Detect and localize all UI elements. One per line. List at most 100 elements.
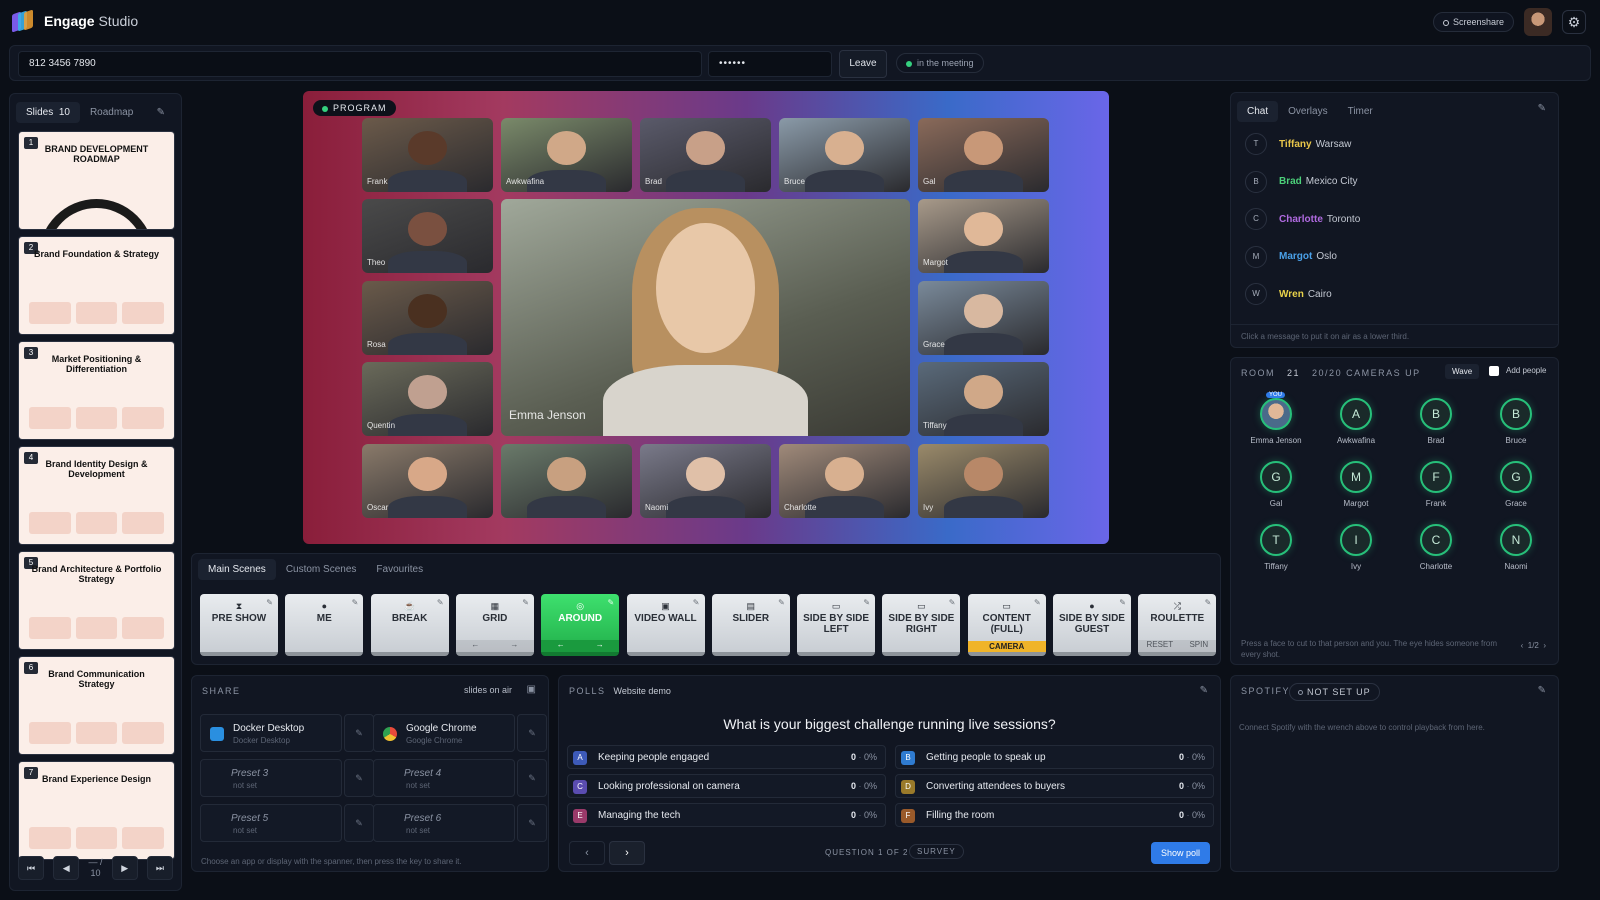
pencil-icon[interactable]: ✎ bbox=[949, 598, 956, 607]
scene-button-around[interactable]: ◎ AROUND ✎ ← → bbox=[541, 594, 620, 656]
room-person[interactable]: I Ivy bbox=[1321, 524, 1391, 571]
scene-button-break[interactable]: ☕ BREAK ✎ bbox=[370, 594, 449, 656]
tab-custom-scenes[interactable]: Custom Scenes bbox=[276, 559, 367, 580]
last-slide-icon[interactable]: ⏭ bbox=[146, 856, 173, 880]
scene-button-side-by-side-right[interactable]: ▭ SIDE BY SIDE RIGHT ✎ bbox=[882, 594, 961, 656]
next-slide-icon[interactable]: ▶ bbox=[111, 856, 138, 880]
pencil-icon[interactable]: ✎ bbox=[1538, 103, 1546, 114]
share-source-card[interactable]: Preset 3 not set bbox=[200, 759, 342, 797]
next-question-icon[interactable]: › bbox=[609, 841, 645, 865]
room-person[interactable]: G Gal bbox=[1241, 461, 1311, 508]
room-person[interactable]: M Margot bbox=[1321, 461, 1391, 508]
tab-main-scenes[interactable]: Main Scenes bbox=[198, 558, 276, 580]
pencil-icon[interactable]: ✎ bbox=[778, 598, 785, 607]
prev-slide-icon[interactable]: ◀ bbox=[53, 856, 80, 880]
slide-thumbnail[interactable]: 6 Brand Communication Strategy bbox=[18, 656, 175, 755]
tab-favourites[interactable]: Favourites bbox=[366, 559, 433, 580]
scene-button-slider[interactable]: ▤ SLIDER ✎ bbox=[711, 594, 790, 656]
pencil-icon[interactable]: ✎ bbox=[266, 598, 273, 607]
scene-button-grid[interactable]: ▦ GRID ✎ ← → bbox=[455, 594, 534, 656]
next-page-icon[interactable]: › bbox=[1543, 641, 1546, 650]
scene-control-0[interactable]: ← bbox=[471, 640, 479, 652]
video-tile[interactable]: Margot bbox=[918, 199, 1049, 273]
leave-button[interactable]: Leave bbox=[839, 50, 887, 78]
scene-button-roulette[interactable]: ⤮ ROULETTE ✎ RESET SPIN bbox=[1138, 594, 1217, 656]
scene-button-video-wall[interactable]: ▣ VIDEO WALL ✎ bbox=[626, 594, 705, 656]
scene-control-1[interactable]: SPIN bbox=[1189, 640, 1208, 652]
first-slide-icon[interactable]: ⏮ bbox=[18, 856, 44, 880]
screen-icon[interactable]: ▣ bbox=[527, 684, 536, 695]
video-tile[interactable]: Frank bbox=[362, 118, 493, 192]
passcode-input[interactable]: •••••• bbox=[708, 51, 832, 77]
wrench-icon[interactable]: ✎ bbox=[344, 804, 374, 842]
video-tile[interactable]: Rosa bbox=[362, 281, 493, 355]
video-tile[interactable]: Oscar bbox=[362, 444, 493, 518]
chat-message[interactable]: W Wren Cairo bbox=[1245, 279, 1332, 309]
chat-message[interactable]: C Charlotte Toronto bbox=[1245, 204, 1360, 234]
video-tile[interactable]: Theo bbox=[362, 199, 493, 273]
room-person[interactable]: B Bruce bbox=[1481, 398, 1551, 445]
video-tile[interactable]: Bruce bbox=[779, 118, 910, 192]
video-tile[interactable]: Charlotte bbox=[779, 444, 910, 518]
meeting-id-input[interactable]: 812 3456 7890 bbox=[18, 51, 702, 77]
room-person[interactable]: YOU Emma Jenson bbox=[1241, 392, 1311, 445]
video-tile[interactable]: Tiffany bbox=[918, 362, 1049, 436]
tab-roadmap[interactable]: Roadmap bbox=[80, 102, 143, 123]
pencil-icon[interactable]: ✎ bbox=[693, 598, 700, 607]
tab-timer[interactable]: Timer bbox=[1338, 101, 1383, 122]
tab-overlays[interactable]: Overlays bbox=[1278, 101, 1337, 122]
pencil-icon[interactable]: ✎ bbox=[1034, 598, 1041, 607]
tab-slides[interactable]: Slides 10 bbox=[16, 101, 80, 123]
chat-message[interactable]: T Tiffany Warsaw bbox=[1245, 129, 1351, 159]
wave-button[interactable]: Wave bbox=[1445, 364, 1480, 379]
scene-button-side-by-side-left[interactable]: ▭ SIDE BY SIDE LEFT ✎ bbox=[797, 594, 876, 656]
slide-thumbnail[interactable]: 4 Brand Identity Design & Development bbox=[18, 446, 175, 545]
scene-control-1[interactable]: → bbox=[596, 640, 604, 652]
slide-thumbnail[interactable]: 2 Brand Foundation & Strategy bbox=[18, 236, 175, 335]
scene-button-side-by-side-guest[interactable]: ● SIDE BY SIDE GUEST ✎ bbox=[1053, 594, 1131, 656]
room-person[interactable]: G Grace bbox=[1481, 461, 1551, 508]
room-person[interactable]: C Charlotte bbox=[1401, 524, 1471, 571]
wrench-icon[interactable]: ✎ bbox=[344, 714, 374, 752]
wrench-icon[interactable]: ✎ bbox=[344, 759, 374, 797]
slide-thumbnail[interactable]: 1 BRAND DEVELOPMENT ROADMAP bbox=[18, 131, 175, 230]
room-person[interactable]: F Frank bbox=[1401, 461, 1471, 508]
video-tile[interactable]: Gal bbox=[918, 118, 1049, 192]
pencil-icon[interactable]: ✎ bbox=[437, 598, 444, 607]
pencil-icon[interactable]: ✎ bbox=[863, 598, 870, 607]
share-source-card[interactable]: Docker Desktop Docker Desktop bbox=[200, 714, 342, 752]
room-person[interactable]: B Brad bbox=[1401, 398, 1471, 445]
share-source-card[interactable]: Preset 5 not set bbox=[200, 804, 342, 842]
user-avatar[interactable] bbox=[1524, 8, 1552, 36]
wrench-icon[interactable]: ✎ bbox=[517, 759, 547, 797]
video-tile[interactable]: Grace bbox=[918, 281, 1049, 355]
add-people-checkbox[interactable] bbox=[1489, 366, 1499, 376]
prev-page-icon[interactable]: ‹ bbox=[1521, 641, 1524, 650]
video-tile[interactable] bbox=[501, 444, 632, 518]
scene-button-me[interactable]: ● ME ✎ bbox=[285, 594, 364, 656]
video-tile[interactable]: Brad bbox=[640, 118, 771, 192]
pencil-icon[interactable]: ✎ bbox=[1205, 598, 1212, 607]
share-source-card[interactable]: Preset 4 not set bbox=[373, 759, 515, 797]
scene-control-1[interactable]: → bbox=[510, 640, 518, 652]
pencil-icon[interactable]: ✎ bbox=[607, 598, 614, 607]
slide-thumbnail[interactable]: 3 Market Positioning & Differentiation bbox=[18, 341, 175, 440]
video-tile[interactable]: Quentin bbox=[362, 362, 493, 436]
room-person[interactable]: A Awkwafina bbox=[1321, 398, 1391, 445]
room-person[interactable]: N Naomi bbox=[1481, 524, 1551, 571]
scene-button-pre-show[interactable]: ⧗ PRE SHOW ✎ bbox=[200, 594, 278, 656]
pencil-icon[interactable]: ✎ bbox=[1119, 598, 1126, 607]
share-source-card[interactable]: Preset 6 not set bbox=[373, 804, 515, 842]
chat-message[interactable]: B Brad Mexico City bbox=[1245, 167, 1357, 197]
gear-icon[interactable]: ⚙ bbox=[1562, 10, 1586, 34]
video-tile[interactable]: Naomi bbox=[640, 444, 771, 518]
wrench-icon[interactable]: ✎ bbox=[517, 714, 547, 752]
video-tile[interactable]: Ivy bbox=[918, 444, 1049, 518]
show-poll-button[interactable]: Show poll bbox=[1150, 842, 1210, 864]
pencil-icon[interactable]: ✎ bbox=[147, 102, 175, 123]
tab-chat[interactable]: Chat bbox=[1237, 100, 1279, 122]
slide-thumbnail[interactable]: 5 Brand Architecture & Portfolio Strategy bbox=[18, 551, 175, 650]
wrench-icon[interactable]: ✎ bbox=[1538, 685, 1546, 696]
video-tile[interactable]: Awkwafina bbox=[501, 118, 632, 192]
video-tile-main[interactable]: Emma Jenson bbox=[501, 199, 910, 436]
